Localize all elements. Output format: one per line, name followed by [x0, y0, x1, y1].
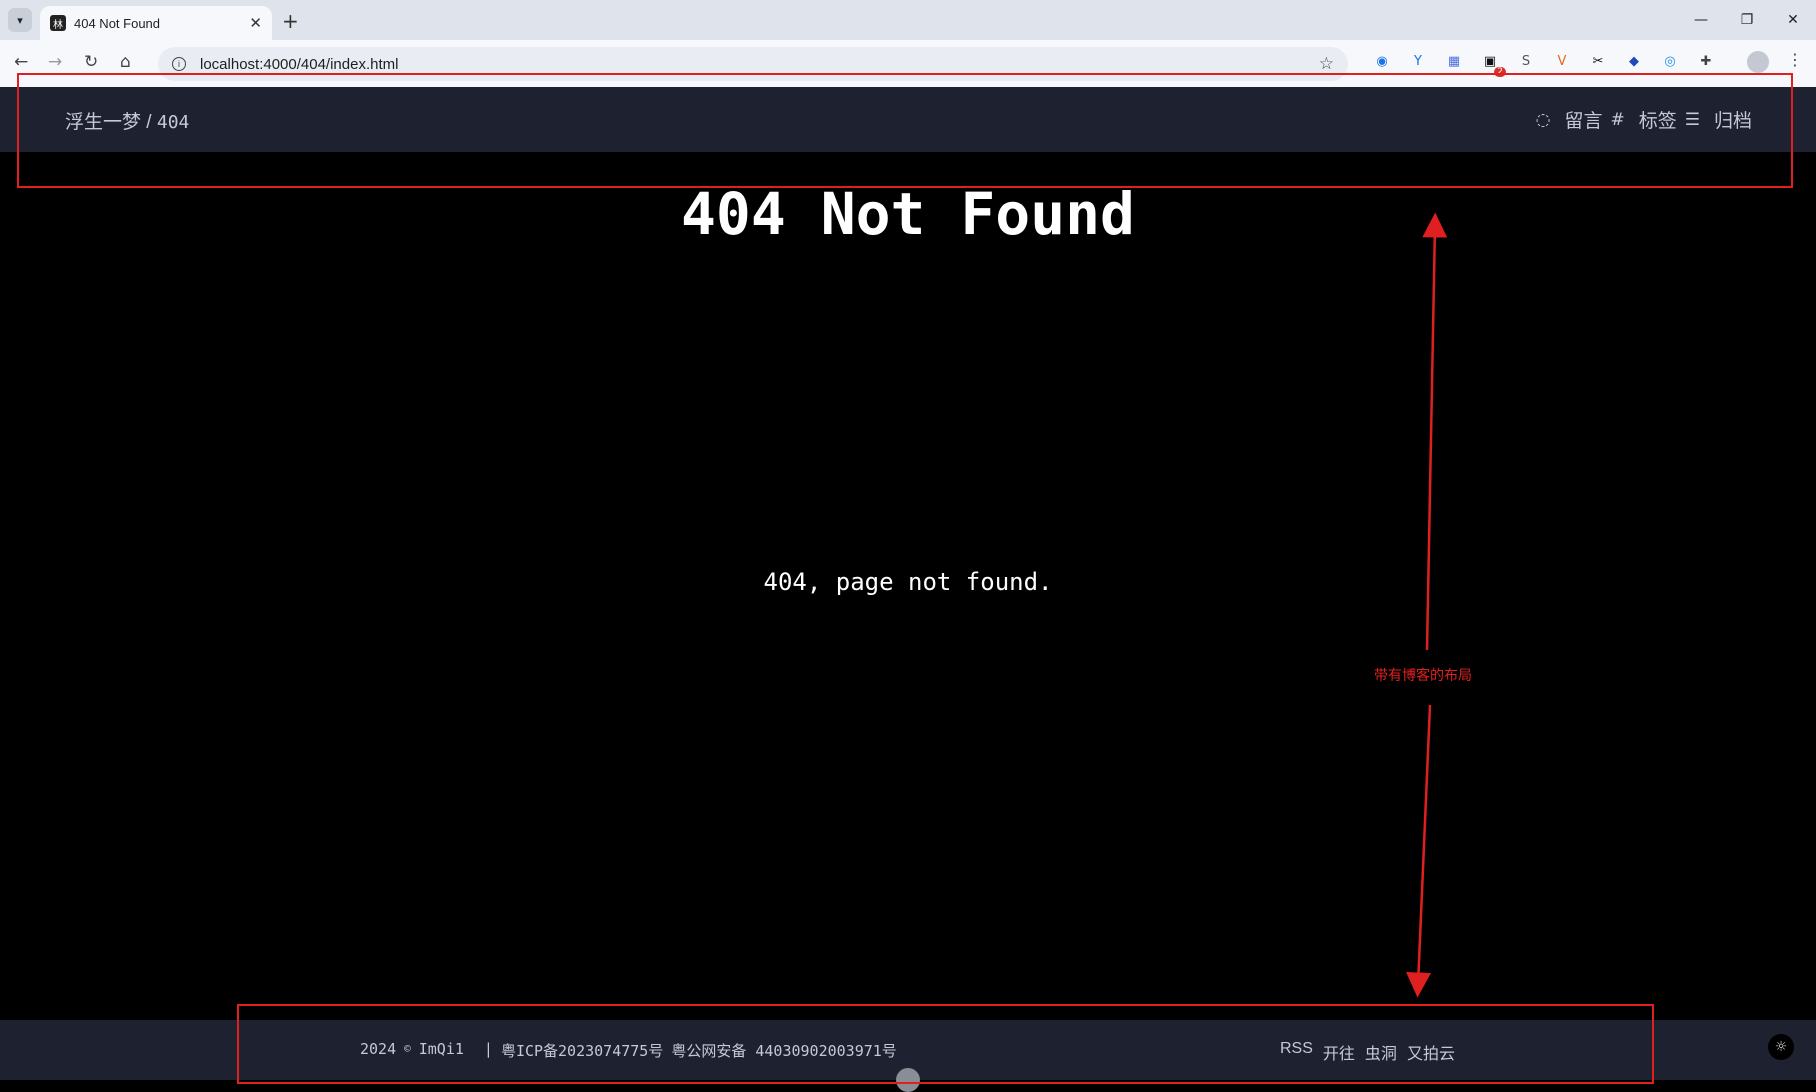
annotation-arrows	[1406, 212, 1448, 998]
annotation-label: 带有博客的布局	[1374, 667, 1472, 683]
annotation-arrow-up	[1422, 212, 1448, 651]
annotation-arrow-down	[1406, 704, 1432, 998]
